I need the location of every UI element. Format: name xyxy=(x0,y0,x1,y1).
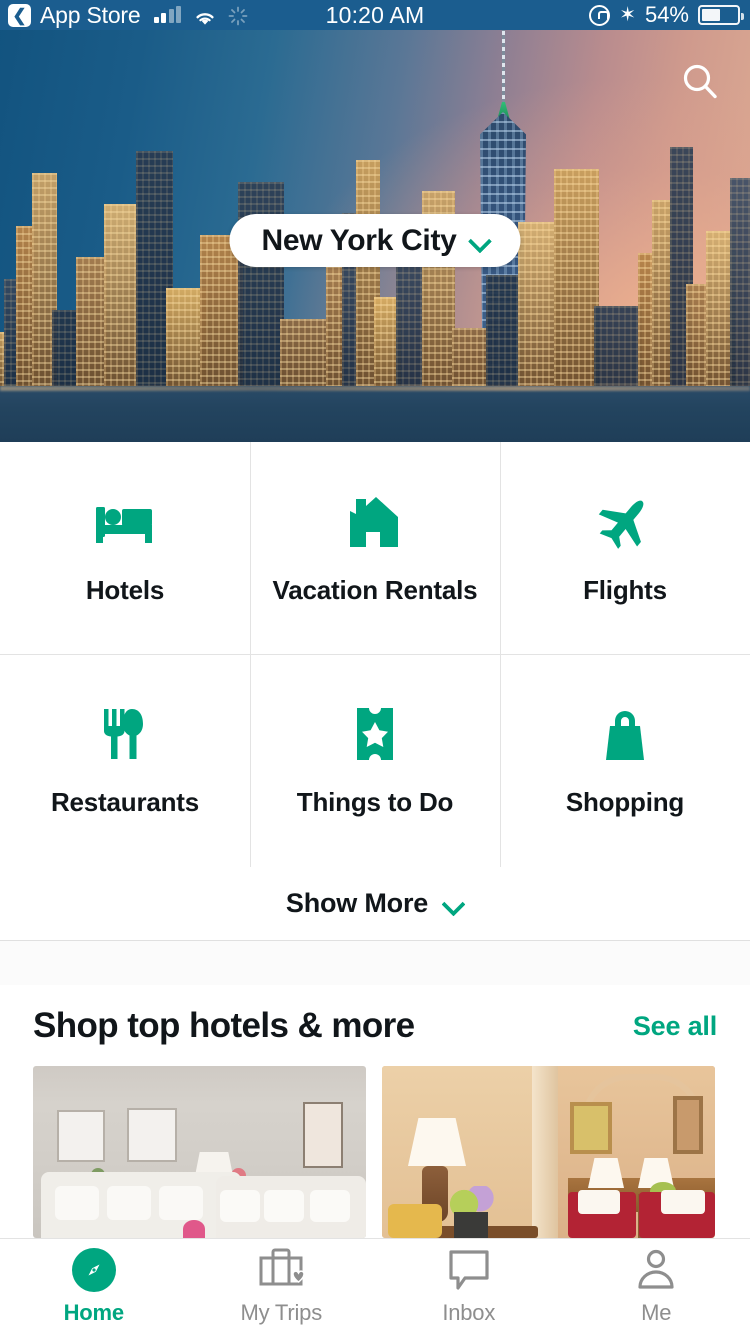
category-label: Restaurants xyxy=(50,787,200,817)
pillow xyxy=(388,1204,442,1238)
building xyxy=(104,204,138,392)
tab-me[interactable]: Me xyxy=(563,1248,750,1326)
category-grid: Hotels Vacation Rentals Flights Restaura… xyxy=(0,442,750,867)
compass-icon xyxy=(71,1247,116,1292)
tab-label: Inbox xyxy=(442,1299,496,1325)
location-selector[interactable]: New York City xyxy=(229,214,521,267)
shop-section-header: Shop top hotels & more See all xyxy=(0,995,750,1057)
category-tile-restaurants[interactable]: Restaurants xyxy=(0,654,250,867)
tab-label: Home xyxy=(63,1299,125,1325)
tab-inbox[interactable]: Inbox xyxy=(375,1248,563,1326)
rotation-lock-icon xyxy=(589,4,611,26)
location-name: New York City xyxy=(261,223,457,257)
category-tile-shopping[interactable]: Shopping xyxy=(500,654,750,867)
battery-icon xyxy=(698,5,744,25)
section-gap xyxy=(0,941,750,985)
flower-vase xyxy=(183,1220,205,1238)
building xyxy=(452,328,488,392)
person-icon xyxy=(635,1248,677,1292)
door-frame xyxy=(532,1066,558,1238)
category-row-2: Restaurants Things to Do Shopping xyxy=(0,654,750,867)
page-title: Shop top hotels & more xyxy=(33,1006,415,1045)
hotel-card[interactable] xyxy=(33,1066,366,1238)
category-tile-flights[interactable]: Flights xyxy=(500,442,750,654)
tab-label: My Trips xyxy=(240,1299,322,1325)
building xyxy=(554,169,599,392)
building xyxy=(280,319,329,392)
wall-art xyxy=(570,1102,612,1154)
category-tile-vacation-rentals[interactable]: Vacation Rentals xyxy=(250,442,500,654)
category-tile-things-to-do[interactable]: Things to Do xyxy=(250,654,500,867)
category-label: Hotels xyxy=(85,574,165,605)
wall-art xyxy=(673,1096,703,1154)
category-label: Shopping xyxy=(565,787,685,817)
hotel-card-carousel[interactable] xyxy=(33,1066,750,1238)
see-all-link[interactable]: See all xyxy=(633,1011,717,1042)
wall-art xyxy=(303,1102,343,1168)
clock: 10:20 AM xyxy=(325,1,425,28)
airplane-icon xyxy=(596,491,654,553)
chevron-down-icon xyxy=(444,894,464,914)
category-label: Things to Do xyxy=(296,787,454,817)
category-label: Flights xyxy=(583,574,667,605)
building xyxy=(76,257,107,392)
tab-label: Me xyxy=(641,1299,672,1325)
building xyxy=(594,306,642,392)
show-more-label: Show More xyxy=(285,888,429,918)
building xyxy=(652,200,672,392)
wall-art xyxy=(57,1110,122,1189)
bed-icon xyxy=(94,491,156,553)
category-label: Vacation Rentals xyxy=(272,574,478,605)
category-row-1: Hotels Vacation Rentals Flights xyxy=(0,442,750,654)
hotel-card[interactable] xyxy=(382,1066,715,1238)
bottom-navigation: Home My Trips Inbox Me xyxy=(0,1238,750,1334)
status-bar: ❮ App Store 10:20 AM ✶ 54% xyxy=(0,0,750,30)
chevron-down-icon xyxy=(471,231,491,251)
search-icon xyxy=(683,64,717,99)
tab-home[interactable]: Home xyxy=(0,1247,188,1326)
speech-bubble-icon xyxy=(448,1248,490,1292)
vase xyxy=(454,1212,488,1238)
tab-my-trips[interactable]: My Trips xyxy=(188,1248,376,1326)
wall-art xyxy=(127,1108,263,1190)
building xyxy=(730,178,750,392)
category-tile-hotels[interactable]: Hotels xyxy=(0,442,250,654)
hudson-river xyxy=(0,386,750,442)
shopping-bag-icon xyxy=(599,703,651,765)
fork-knife-icon xyxy=(101,703,149,765)
house-icon xyxy=(348,491,402,553)
show-more-button[interactable]: Show More xyxy=(0,867,750,940)
search-button[interactable] xyxy=(676,58,726,108)
suitcase-heart-icon xyxy=(257,1248,306,1292)
ticket-star-icon xyxy=(351,703,399,765)
